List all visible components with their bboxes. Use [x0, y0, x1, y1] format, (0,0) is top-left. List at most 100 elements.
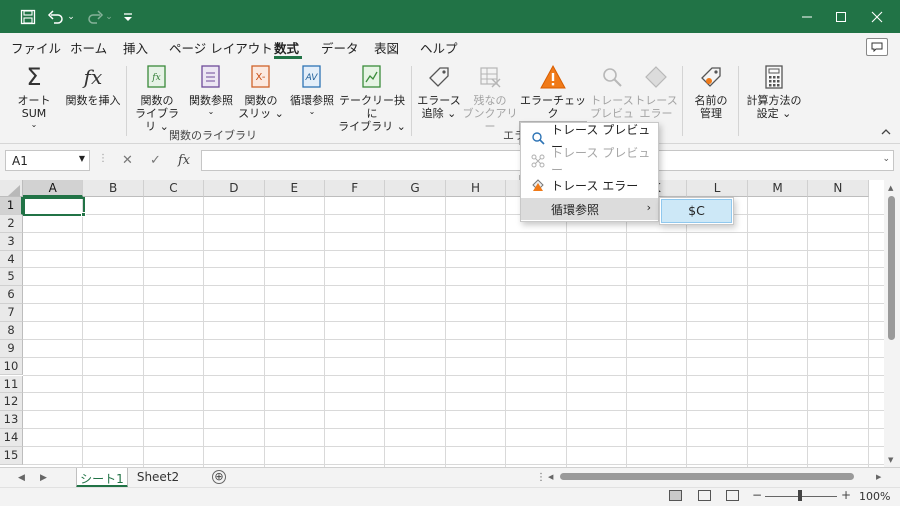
- column-header-a[interactable]: A: [23, 180, 84, 197]
- column-gridline: [867, 197, 869, 467]
- menu-item-trace-error[interactable]: トレース エラー: [521, 174, 658, 196]
- text-library-label2: ライブラリ ⌄: [338, 120, 406, 133]
- autosum-button[interactable]: Σ オートSUM ⌄: [6, 63, 62, 130]
- tab-review[interactable]: 表図: [374, 38, 399, 57]
- scroll-up-icon[interactable]: ▲: [888, 184, 893, 192]
- scroll-down-icon[interactable]: ▼: [888, 456, 893, 464]
- column-header-b[interactable]: B: [83, 180, 144, 197]
- fill-handle[interactable]: [81, 212, 86, 217]
- active-cell[interactable]: [23, 197, 85, 216]
- comments-icon[interactable]: [866, 38, 888, 56]
- vertical-scroll-thumb[interactable]: [888, 196, 895, 340]
- scroll-left-icon[interactable]: ◀: [548, 473, 553, 481]
- sheet-tab-2[interactable]: Sheet2: [132, 468, 184, 488]
- blank-icon: [531, 202, 545, 216]
- worksheet-grid[interactable]: ABCDEFGHIJKLMN123456789101112131415: [0, 180, 884, 467]
- customize-qat-icon[interactable]: [121, 6, 135, 27]
- row-header-14[interactable]: 14: [0, 429, 23, 447]
- column-header-n[interactable]: N: [808, 180, 869, 197]
- select-all-triangle: [8, 185, 20, 196]
- collapse-ribbon-icon[interactable]: [881, 127, 891, 138]
- error-check-button[interactable]: エラーチェック ⌄: [519, 63, 587, 129]
- row-gridline: [23, 303, 884, 305]
- row-header-12[interactable]: 12: [0, 393, 23, 412]
- trace-precedents-label1: エラース: [417, 94, 461, 107]
- tab-help[interactable]: ヘルプ: [420, 38, 458, 57]
- row-header-7[interactable]: 7: [0, 304, 23, 322]
- circular-reference-submenu: $C: [659, 197, 734, 225]
- column-header-d[interactable]: D: [204, 180, 265, 197]
- tab-home[interactable]: ホーム: [70, 38, 107, 57]
- remove-arrows-label1: 残なの: [473, 94, 507, 107]
- row-header-10[interactable]: 10: [0, 357, 23, 376]
- network-icon: [531, 154, 545, 168]
- trace-precedents-button[interactable]: エラース 追除 ⌄: [416, 63, 462, 120]
- tab-data[interactable]: データ: [321, 38, 359, 57]
- column-header-h[interactable]: H: [445, 180, 507, 197]
- row-header-3[interactable]: 3: [0, 232, 23, 251]
- row-gridline: [23, 410, 884, 412]
- prev-sheet-icon[interactable]: ◀: [18, 473, 25, 483]
- calculation-options-label1: 計算方法の: [746, 94, 802, 107]
- select-all-button[interactable]: [0, 180, 23, 197]
- normal-view-icon[interactable]: [669, 490, 682, 501]
- name-box-dropdown-icon[interactable]: ▼: [79, 154, 85, 163]
- zoom-level[interactable]: 100%: [859, 490, 890, 503]
- row-header-5[interactable]: 5: [0, 268, 23, 287]
- separator: [682, 66, 683, 136]
- tab-split-grip-icon[interactable]: ⋮: [536, 472, 546, 483]
- submenu-item-circular-cell[interactable]: $C: [661, 199, 732, 223]
- chevron-right-icon: ›: [646, 201, 651, 214]
- column-header-f[interactable]: F: [325, 180, 386, 197]
- row-header-11[interactable]: 11: [0, 375, 23, 394]
- undo-dropdown-icon[interactable]: ⌄: [66, 6, 76, 27]
- row-header-13[interactable]: 13: [0, 411, 23, 430]
- row-header-8[interactable]: 8: [0, 321, 23, 340]
- function-library-button[interactable]: fx 関数の ライブラリ ⌄: [130, 63, 184, 133]
- function-reference-button[interactable]: 関数参照 ⌄: [186, 63, 236, 116]
- calculation-options-button[interactable]: 計算方法の 設定 ⌄: [742, 63, 806, 120]
- close-icon[interactable]: [854, 0, 900, 33]
- zoom-in-icon[interactable]: +: [841, 488, 851, 502]
- zoom-slider-thumb[interactable]: [798, 490, 802, 501]
- add-sheet-icon[interactable]: ⊕: [212, 470, 226, 484]
- fx-insert-icon[interactable]: fx: [178, 153, 190, 168]
- column-header-m[interactable]: M: [747, 180, 809, 197]
- undo-icon[interactable]: [45, 6, 67, 27]
- expand-formula-bar-icon[interactable]: ⌄: [882, 154, 890, 164]
- tab-insert[interactable]: 挿入: [123, 38, 148, 57]
- row-header-6[interactable]: 6: [0, 286, 23, 305]
- tab-formulas[interactable]: 数式: [274, 38, 299, 57]
- name-box[interactable]: A1 ▼: [5, 150, 90, 171]
- insert-function-button[interactable]: fx 関数を挿入: [64, 63, 122, 108]
- column-header-g[interactable]: G: [385, 180, 446, 197]
- page-layout-view-icon[interactable]: [698, 490, 711, 501]
- sheet-tab-1[interactable]: シート1: [76, 468, 128, 488]
- column-header-e[interactable]: E: [264, 180, 325, 197]
- page-break-view-icon[interactable]: [726, 490, 739, 501]
- circular-reference-button[interactable]: AV 循環参照 ⌄: [286, 63, 338, 116]
- tab-page-layout[interactable]: ページ レイアウト: [169, 38, 273, 57]
- next-sheet-icon[interactable]: ▶: [40, 473, 47, 483]
- row-header-9[interactable]: 9: [0, 339, 23, 358]
- row-header-4[interactable]: 4: [0, 250, 23, 269]
- horizontal-scroll-thumb[interactable]: [560, 473, 854, 480]
- function-slip-button[interactable]: X- 関数の スリッ ⌄: [238, 63, 284, 120]
- column-gridline: [384, 197, 386, 467]
- text-library-label1: テークリー抉に: [339, 94, 405, 120]
- text-library-button[interactable]: テークリー抉に ライブラリ ⌄: [336, 63, 408, 133]
- column-header-c[interactable]: C: [143, 180, 205, 197]
- save-icon[interactable]: [18, 6, 38, 27]
- name-box-value: A1: [12, 154, 28, 168]
- row-header-15[interactable]: 15: [0, 446, 23, 465]
- diamond-icon: [642, 63, 670, 91]
- row-header-2[interactable]: 2: [0, 214, 23, 233]
- menu-item-circular-reference[interactable]: 循環参照 ›: [521, 198, 658, 220]
- zoom-out-icon[interactable]: −: [752, 488, 762, 502]
- row-header-1[interactable]: 1: [0, 197, 23, 215]
- tab-file[interactable]: ファイル: [11, 38, 61, 57]
- column-header-l[interactable]: L: [687, 180, 748, 197]
- scroll-right-icon[interactable]: ▶: [876, 473, 881, 481]
- magnifier-icon: [598, 63, 626, 91]
- name-manager-button[interactable]: 名前の 管理: [688, 63, 734, 120]
